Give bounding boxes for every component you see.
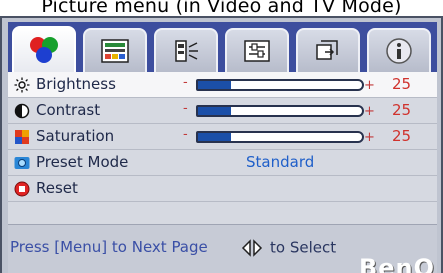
saturation-value: 25 [392,127,412,145]
sun-icon [14,77,30,93]
tab-input[interactable] [296,28,360,72]
preset-mode-label: Preset Mode [36,153,129,171]
brightness-label: Brightness [36,75,116,93]
osd-panel: Brightness - + 25 Contrast - + 25 Satura… [0,16,443,273]
saturation-slider-fill [198,133,231,141]
contrast-label: Contrast [36,101,101,119]
contrast-increase[interactable]: + [364,104,375,119]
brightness-slider[interactable] [196,79,364,91]
tab-audio[interactable] [154,28,218,72]
menu-footer: Press [Menu] to Next Page to Select BenQ [8,224,437,273]
contrast-slider-fill [198,107,231,115]
reset-icon [14,181,30,197]
select-hint-text: to Select [270,238,337,257]
menu-item-contrast[interactable]: Contrast - + 25 [8,98,437,124]
menu-item-reset[interactable]: Reset [8,176,437,202]
brightness-increase[interactable]: + [364,78,375,93]
next-page-hint: Press [Menu] to Next Page [10,238,208,256]
select-hint: to Select [240,237,336,257]
tab-picture[interactable] [12,26,76,72]
preset-mode-value[interactable]: Standard [246,153,314,171]
tab-setup[interactable] [225,28,289,72]
input-source-icon [316,40,338,60]
menu-item-preset-mode[interactable]: Preset Mode Standard [8,150,437,176]
tab-information[interactable] [367,28,431,72]
setup-icon [244,40,270,62]
contrast-icon [14,103,30,119]
contrast-value: 25 [392,101,412,119]
tab-bar [8,22,437,72]
tab-display[interactable] [83,28,147,72]
brightness-value: 25 [392,75,412,93]
reset-label: Reset [36,179,78,197]
benq-logo: BenQ [358,254,435,273]
color-circles-icon [30,37,58,63]
brightness-decrease[interactable]: - [183,75,188,90]
saturation-increase[interactable]: + [364,130,375,145]
saturation-slider[interactable] [196,131,364,143]
saturation-decrease[interactable]: - [183,127,188,142]
saturation-icon [15,130,29,144]
menu-item-saturation[interactable]: Saturation - + 25 [8,124,437,150]
contrast-decrease[interactable]: - [183,101,188,116]
audio-icon [175,40,198,62]
left-right-arrows-icon [241,238,263,257]
display-settings-icon [101,39,129,63]
menu-item-brightness[interactable]: Brightness - + 25 [8,72,437,98]
brightness-slider-fill [198,81,231,89]
contrast-slider[interactable] [196,105,364,117]
info-icon [386,38,412,64]
saturation-label: Saturation [36,127,115,145]
camera-icon [14,157,30,169]
